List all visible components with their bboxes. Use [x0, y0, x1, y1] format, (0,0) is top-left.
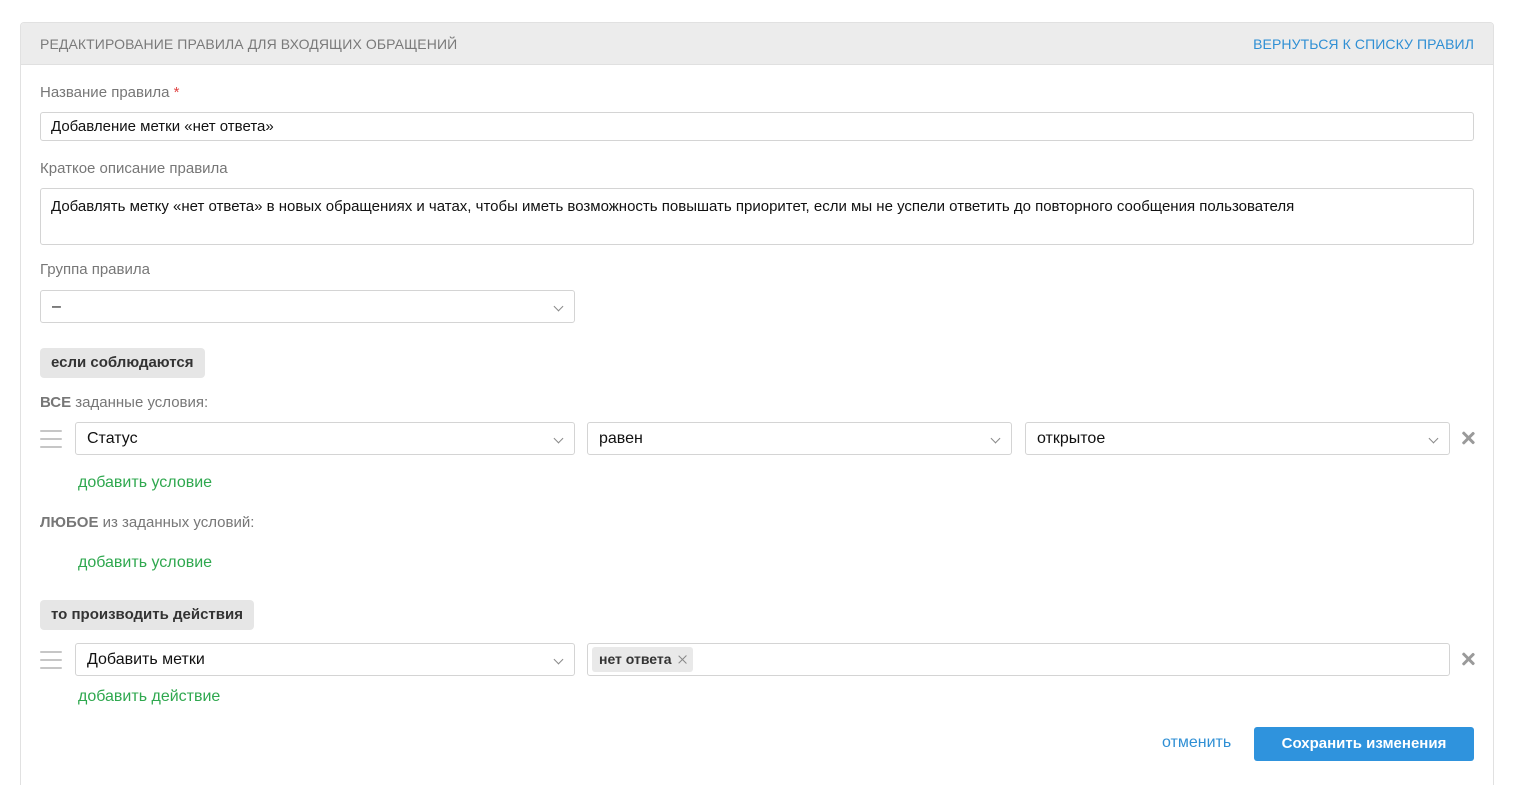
tag-chip: нет ответа	[592, 647, 693, 672]
panel-header: РЕДАКТИРОВАНИЕ ПРАВИЛА ДЛЯ ВХОДЯЩИХ ОБРА…	[21, 23, 1493, 65]
rule-name-label-text: Название правила	[40, 84, 170, 101]
all-caption-bold: ВСЕ	[40, 394, 72, 411]
condition-value-value: открытое	[1037, 430, 1106, 447]
description-textarea[interactable]: Добавлять метку «нет ответа» в новых обр…	[40, 188, 1474, 245]
tags-input[interactable]: нет ответа	[587, 643, 1450, 676]
add-condition-any-link[interactable]: добавить условие	[78, 554, 212, 572]
action-select-value: Добавить метки	[87, 651, 205, 668]
drag-handle-icon[interactable]	[40, 651, 62, 671]
condition-field-value: Статус	[87, 430, 138, 447]
condition-operator-value: равен	[599, 430, 643, 447]
rule-edit-panel: РЕДАКТИРОВАНИЕ ПРАВИЛА ДЛЯ ВХОДЯЩИХ ОБРА…	[20, 22, 1494, 785]
tag-label: нет ответа	[599, 651, 672, 667]
any-caption-bold: ЛЮБОЕ	[40, 514, 99, 531]
remove-action-icon[interactable]	[1461, 652, 1475, 666]
rule-name-value: Добавление метки «нет ответа»	[51, 118, 274, 135]
any-caption-rest: из заданных условий:	[98, 514, 255, 531]
chevron-down-icon	[990, 433, 1001, 444]
actions-section-label: то производить действия	[40, 600, 254, 630]
chevron-down-icon	[1428, 433, 1439, 444]
any-conditions-caption: ЛЮБОЕ из заданных условий:	[40, 514, 254, 531]
drag-handle-icon[interactable]	[40, 430, 62, 450]
condition-field-select[interactable]: Статус	[75, 422, 575, 455]
required-mark: *	[173, 84, 180, 101]
page-title: РЕДАКТИРОВАНИЕ ПРАВИЛА ДЛЯ ВХОДЯЩИХ ОБРА…	[40, 36, 458, 52]
conditions-section-label: если соблюдаются	[40, 348, 205, 378]
rule-name-label: Название правила *	[40, 84, 179, 101]
chevron-down-icon	[553, 654, 564, 665]
description-value: Добавлять метку «нет ответа» в новых обр…	[51, 198, 1295, 215]
chevron-down-icon	[553, 433, 564, 444]
group-label: Группа правила	[40, 261, 150, 278]
save-button[interactable]: Сохранить изменения	[1254, 727, 1474, 761]
cancel-link[interactable]: отменить	[1162, 734, 1231, 752]
condition-value-select[interactable]: открытое	[1025, 422, 1450, 455]
action-select[interactable]: Добавить метки	[75, 643, 575, 676]
chevron-down-icon	[553, 301, 564, 312]
condition-operator-select[interactable]: равен	[587, 422, 1012, 455]
description-label: Краткое описание правила	[40, 160, 228, 177]
group-select[interactable]: –	[40, 290, 575, 323]
remove-condition-icon[interactable]	[1461, 431, 1475, 445]
rule-name-input[interactable]: Добавление метки «нет ответа»	[40, 112, 1474, 141]
add-condition-all-link[interactable]: добавить условие	[78, 474, 212, 492]
all-conditions-caption: ВСЕ заданные условия:	[40, 394, 208, 411]
all-caption-rest: заданные условия:	[71, 394, 209, 411]
remove-tag-icon[interactable]	[678, 655, 687, 664]
group-select-value: –	[52, 298, 61, 315]
add-action-link[interactable]: добавить действие	[78, 688, 220, 706]
back-to-rules-link[interactable]: ВЕРНУТЬСЯ К СПИСКУ ПРАВИЛ	[1253, 36, 1474, 52]
